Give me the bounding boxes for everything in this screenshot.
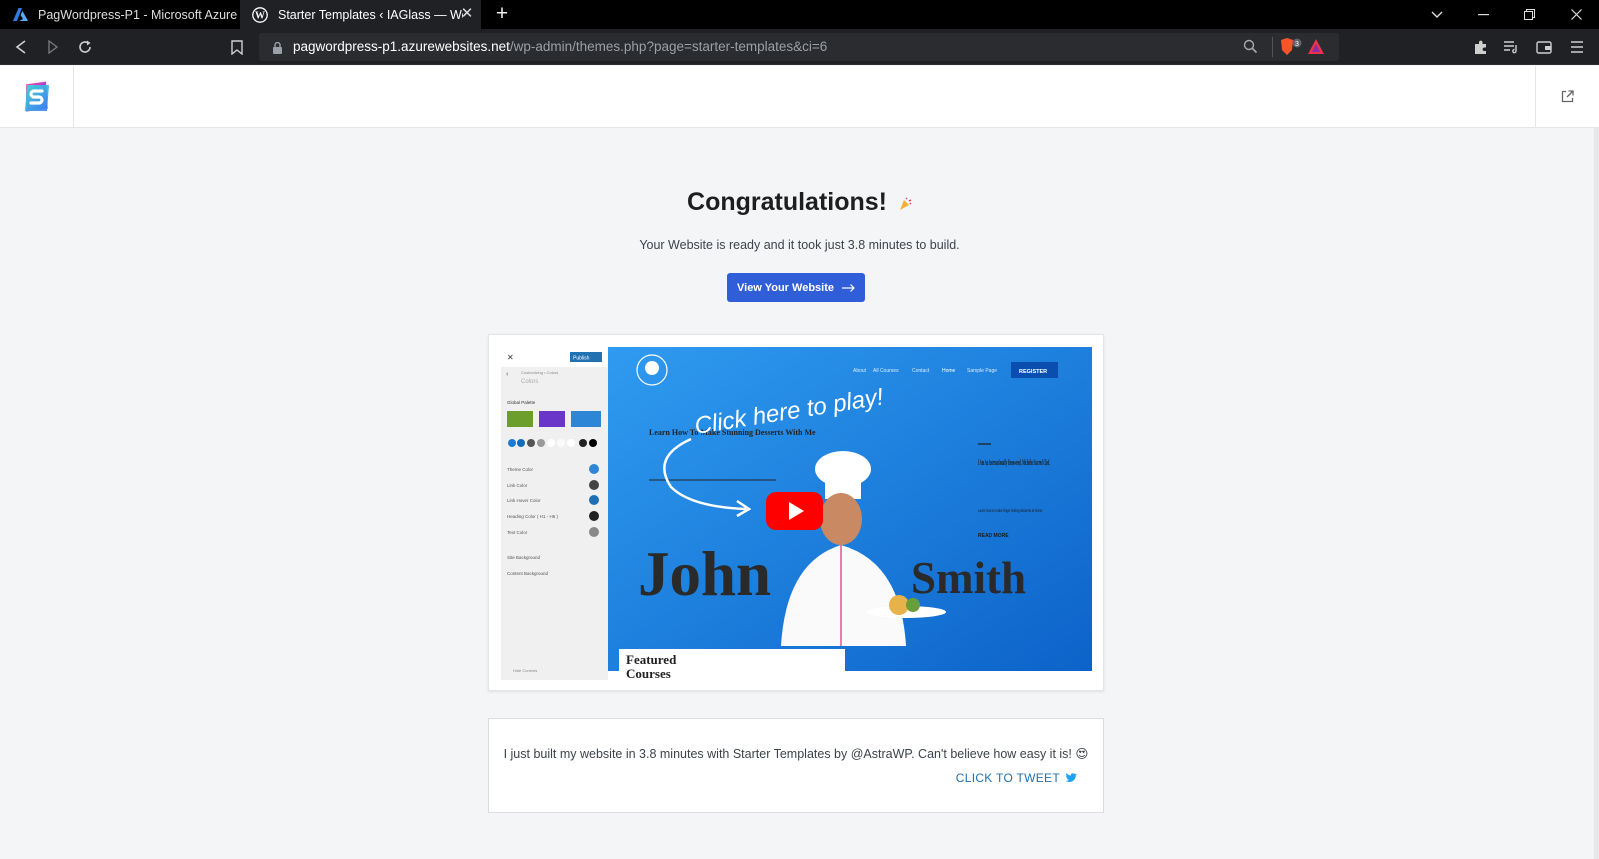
svg-text:Home: Home — [942, 368, 956, 374]
back-icon[interactable] — [12, 38, 30, 56]
starter-templates-logo-icon — [24, 81, 49, 112]
tutorial-video[interactable]: ✕ Publish Customizing • Colors Colors ‹ … — [501, 347, 1092, 680]
click-to-tweet-label: CLICK TO TWEET — [955, 771, 1060, 785]
svg-text:Customizing • Colors: Customizing • Colors — [521, 370, 558, 375]
svg-text:All Courses: All Courses — [873, 368, 899, 374]
svg-text:Courses: Courses — [626, 666, 671, 680]
svg-text:Sample Page: Sample Page — [967, 368, 997, 374]
reload-icon[interactable] — [76, 38, 94, 56]
wallet-icon[interactable] — [1535, 38, 1553, 56]
tab-azure[interactable]: PagWordpress-P1 - Microsoft Azure — [0, 0, 238, 29]
azure-icon — [12, 7, 28, 23]
svg-text:✕: ✕ — [507, 353, 514, 362]
svg-text:Heading Color ( H1 - H6 ): Heading Color ( H1 - H6 ) — [507, 514, 559, 519]
svg-text:Text Color: Text Color — [507, 530, 528, 535]
brave-rewards-icon[interactable] — [1308, 39, 1324, 59]
extensions-icon[interactable] — [1472, 38, 1490, 56]
svg-text:READ MORE: READ MORE — [978, 533, 1009, 539]
browser-tab-bar: PagWordpress-P1 - Microsoft Azure W Star… — [0, 0, 1599, 29]
svg-text:Link Hover Color: Link Hover Color — [507, 498, 541, 503]
browser-toolbar: pagwordpress-p1.azurewebsites.net/wp-adm… — [0, 29, 1599, 65]
svg-text:Learn how to make finger licki: Learn how to make finger licking dessert… — [978, 508, 1043, 513]
wordpress-icon: W — [252, 6, 268, 23]
tab-title: Starter Templates ‹ IAGlass — Wo — [278, 7, 463, 22]
starter-templates-header — [0, 66, 1599, 128]
restore-button[interactable] — [1506, 0, 1552, 29]
svg-text:Colors: Colors — [521, 379, 538, 385]
external-link-icon — [1561, 90, 1574, 103]
close-tab-icon[interactable]: ✕ — [459, 6, 475, 22]
customizer-sidebar: ✕ Publish Customizing • Colors Colors ‹ … — [501, 347, 608, 680]
svg-text:3: 3 — [1295, 41, 1299, 48]
svg-text:Global Palette: Global Palette — [507, 400, 536, 405]
brave-shields-icon[interactable]: 3 — [1279, 38, 1303, 61]
svg-text:Link Color: Link Color — [507, 483, 528, 488]
twitter-icon — [1065, 773, 1077, 782]
exit-button[interactable] — [1535, 66, 1599, 127]
party-popper-icon — [899, 197, 912, 210]
bookmark-icon[interactable] — [228, 38, 246, 56]
zoom-icon[interactable] — [1243, 39, 1258, 59]
svg-text:Theme Color: Theme Color — [507, 467, 534, 472]
forward-icon[interactable] — [44, 38, 62, 56]
svg-text:John: John — [638, 539, 771, 609]
tab-title: PagWordpress-P1 - Microsoft Azure — [38, 7, 238, 22]
svg-text:Contact: Contact — [912, 368, 930, 374]
lock-icon — [273, 41, 282, 59]
tweet-message: I just built my website in 3.8 minutes w… — [503, 747, 1089, 761]
svg-text:About: About — [853, 368, 867, 374]
share-tweet-card: I just built my website in 3.8 minutes w… — [488, 718, 1104, 813]
starter-templates-logo[interactable] — [0, 66, 74, 127]
svg-text:I Am An Internationally Renown: I Am An Internationally Renowned, Michel… — [978, 457, 1050, 467]
svg-text:REGISTER: REGISTER — [1019, 369, 1047, 375]
youtube-play-icon[interactable] — [766, 492, 823, 530]
close-window-button[interactable] — [1553, 0, 1599, 29]
media-playlist-icon[interactable] — [1502, 38, 1520, 56]
svg-text:W: W — [255, 10, 265, 21]
minimize-button[interactable] — [1460, 0, 1506, 29]
svg-text:Site Background: Site Background — [507, 555, 541, 560]
build-time-message: Your Website is ready and it took just 3… — [639, 238, 960, 252]
svg-text:Featured: Featured — [626, 652, 677, 667]
menu-icon[interactable] — [1568, 38, 1586, 56]
new-tab-button[interactable]: + — [492, 3, 512, 24]
svg-text:Publish: Publish — [573, 356, 590, 362]
svg-text:Content Background: Content Background — [507, 571, 549, 576]
address-bar[interactable]: pagwordpress-p1.azurewebsites.net/wp-adm… — [259, 33, 1339, 61]
svg-text:Hide Controls: Hide Controls — [513, 668, 537, 673]
view-website-label: View Your Website — [737, 281, 834, 294]
svg-text:Smith: Smith — [911, 553, 1026, 603]
arrow-right-icon — [842, 283, 855, 292]
divider — [1272, 37, 1273, 57]
page-title: Congratulations! — [0, 188, 1599, 217]
video-preview-card: ✕ Publish Customizing • Colors Colors ‹ … — [488, 334, 1104, 691]
view-website-button[interactable]: View Your Website — [727, 273, 865, 302]
url-text: pagwordpress-p1.azurewebsites.net/wp-adm… — [293, 39, 828, 54]
tab-starter-templates[interactable]: W Starter Templates ‹ IAGlass — Wo ✕ — [240, 0, 481, 29]
tab-search-chevron-icon[interactable] — [1414, 0, 1460, 29]
click-to-tweet-link[interactable]: CLICK TO TWEET — [956, 771, 1077, 785]
